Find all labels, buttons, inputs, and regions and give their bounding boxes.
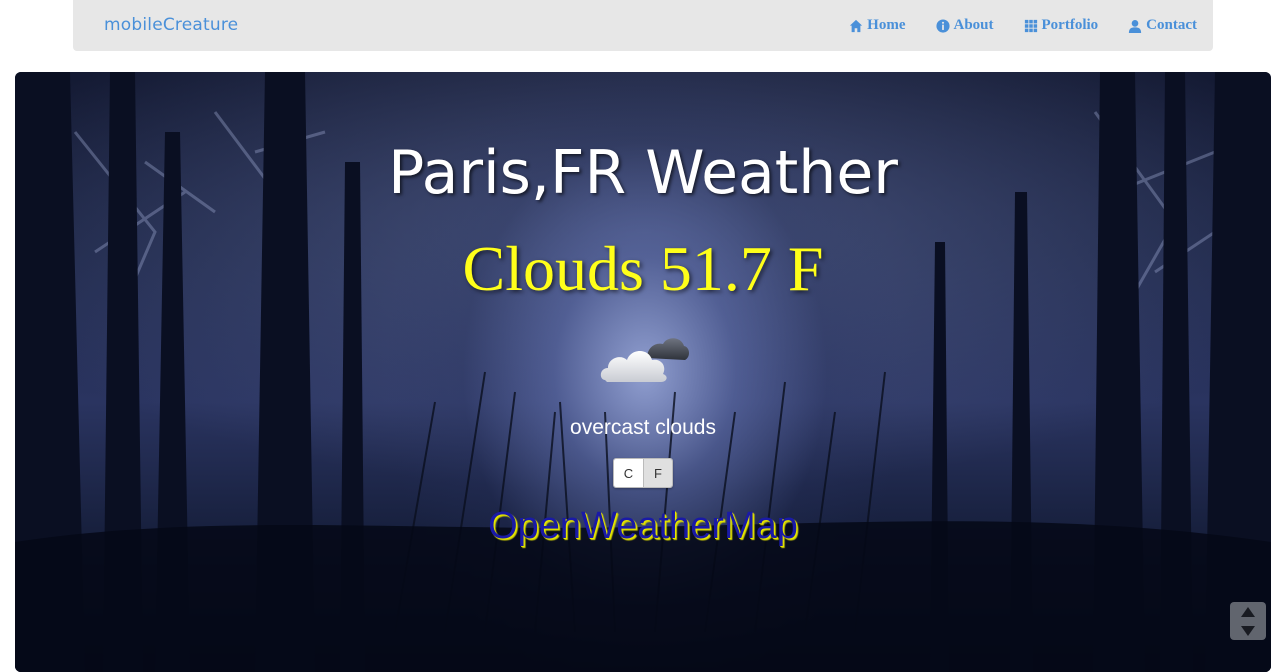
scroll-down-icon[interactable] [1241,625,1255,636]
weather-hero: Paris,FR Weather Clouds 51.7 F overcast … [15,72,1271,672]
grid-icon [1024,19,1038,33]
nav-link-label: Home [867,17,906,33]
nav-link-label: Portfolio [1041,17,1099,33]
brand-link[interactable]: mobileCreature [104,15,238,35]
unit-toggle: C F [613,458,673,488]
weather-condition-temperature: Clouds 51.7 F [462,233,824,304]
nav-link-portfolio[interactable]: Portfolio [1024,17,1099,34]
celsius-button[interactable]: C [614,459,643,487]
info-icon [935,18,950,33]
nav-link-label: Contact [1146,17,1197,33]
nav-link-home[interactable]: Home [849,17,906,34]
user-icon [1128,19,1142,33]
nav-link-label: About [953,17,994,33]
scroll-control [1230,602,1266,640]
nav-link-about[interactable]: About [935,17,994,34]
weather-description: overcast clouds [570,416,716,439]
fahrenheit-button[interactable]: F [643,459,672,487]
home-icon [849,19,863,33]
nav-links: Home About Portfolio Contact [819,0,1197,51]
scroll-up-icon[interactable] [1241,606,1255,617]
nav-link-contact[interactable]: Contact [1128,17,1197,34]
overcast-clouds-icon [600,338,690,382]
city-weather-title: Paris,FR Weather [388,138,898,208]
navbar: mobileCreature Home About Portfolio Cont… [73,0,1213,51]
openweathermap-link[interactable]: OpenWeatherMap [15,505,1271,548]
